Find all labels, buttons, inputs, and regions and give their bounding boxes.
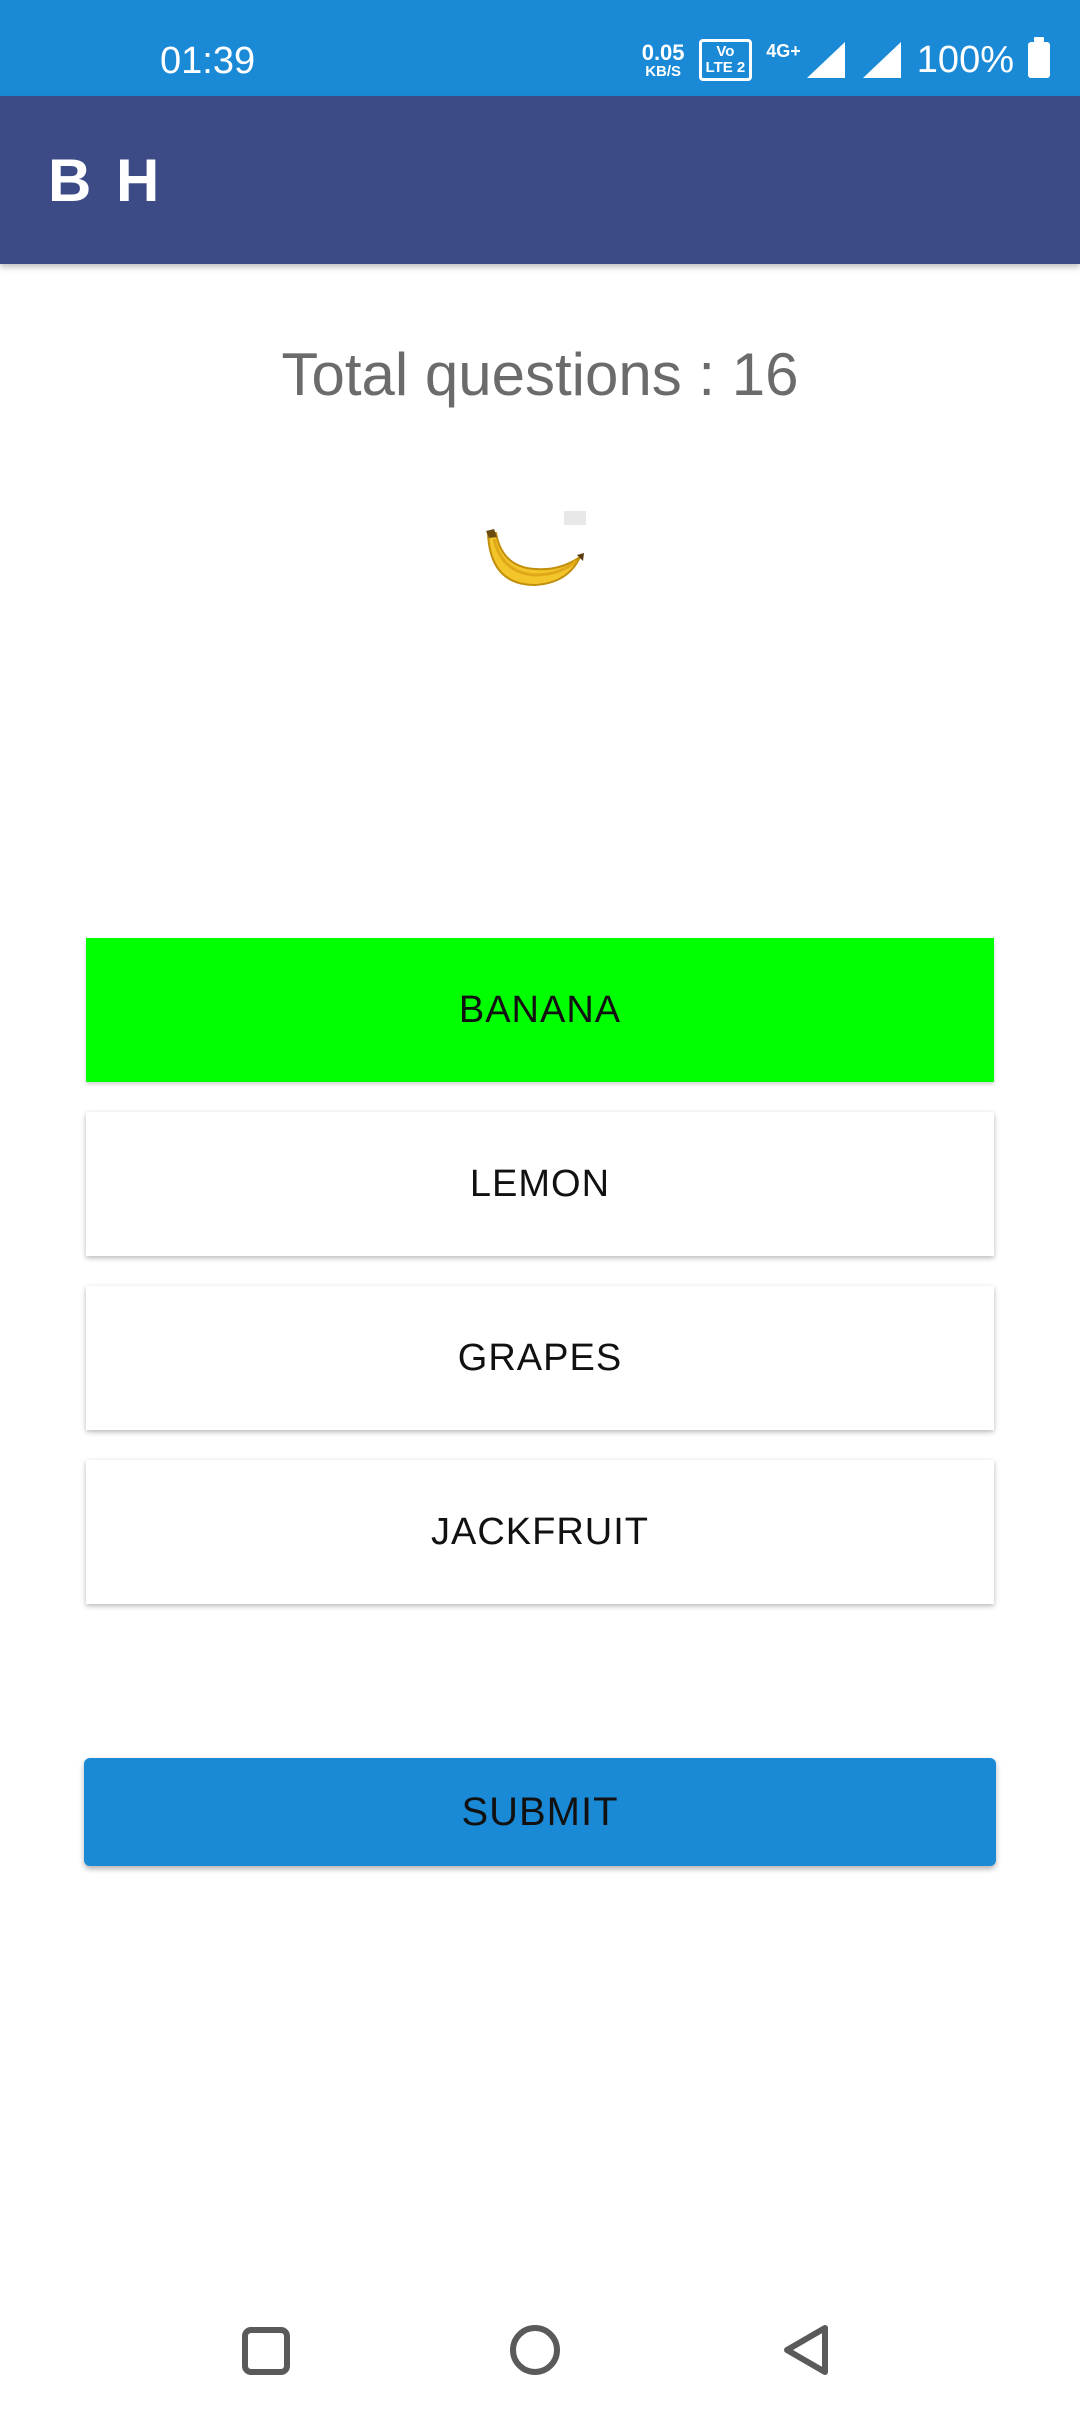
option-banana[interactable]: BANANA xyxy=(86,938,994,1082)
submit-button[interactable]: SUBMIT xyxy=(84,1758,996,1866)
volte-icon: Vo LTE 2 xyxy=(698,39,753,81)
option-lemon[interactable]: LEMON xyxy=(86,1112,994,1256)
battery-percent: 100% xyxy=(916,38,1014,81)
network-speed-unit: KB/S xyxy=(645,62,682,80)
network-type: 4G+ xyxy=(766,40,801,61)
back-icon[interactable] xyxy=(765,2310,845,2390)
app-bar: B H xyxy=(0,96,1080,264)
signal-icon xyxy=(862,42,901,78)
option-grapes[interactable]: GRAPES xyxy=(86,1286,994,1430)
banana-image xyxy=(486,511,586,587)
status-bar: 01:39 0.05 KB/S Vo LTE 2 4G+ 100% xyxy=(0,0,1080,96)
app-title: B H xyxy=(48,147,164,214)
battery-icon xyxy=(1028,37,1050,78)
status-icons: 0.05 KB/S Vo LTE 2 4G+ 100% xyxy=(641,37,1050,82)
status-time: 01:39 xyxy=(160,40,256,82)
signal-icon xyxy=(806,42,845,78)
recent-apps-icon[interactable] xyxy=(225,2310,305,2390)
total-questions-label: Total questions : 16 xyxy=(281,341,799,408)
option-jackfruit[interactable]: JACKFRUIT xyxy=(86,1460,994,1604)
home-icon[interactable] xyxy=(495,2310,575,2390)
volte-line2: LTE 2 xyxy=(705,59,746,76)
volte-line1: Vo xyxy=(716,43,735,61)
navigation-bar xyxy=(0,2290,1080,2410)
network-speed-value: 0.05 xyxy=(641,39,685,65)
network-speed: 0.05 KB/S xyxy=(641,39,685,80)
